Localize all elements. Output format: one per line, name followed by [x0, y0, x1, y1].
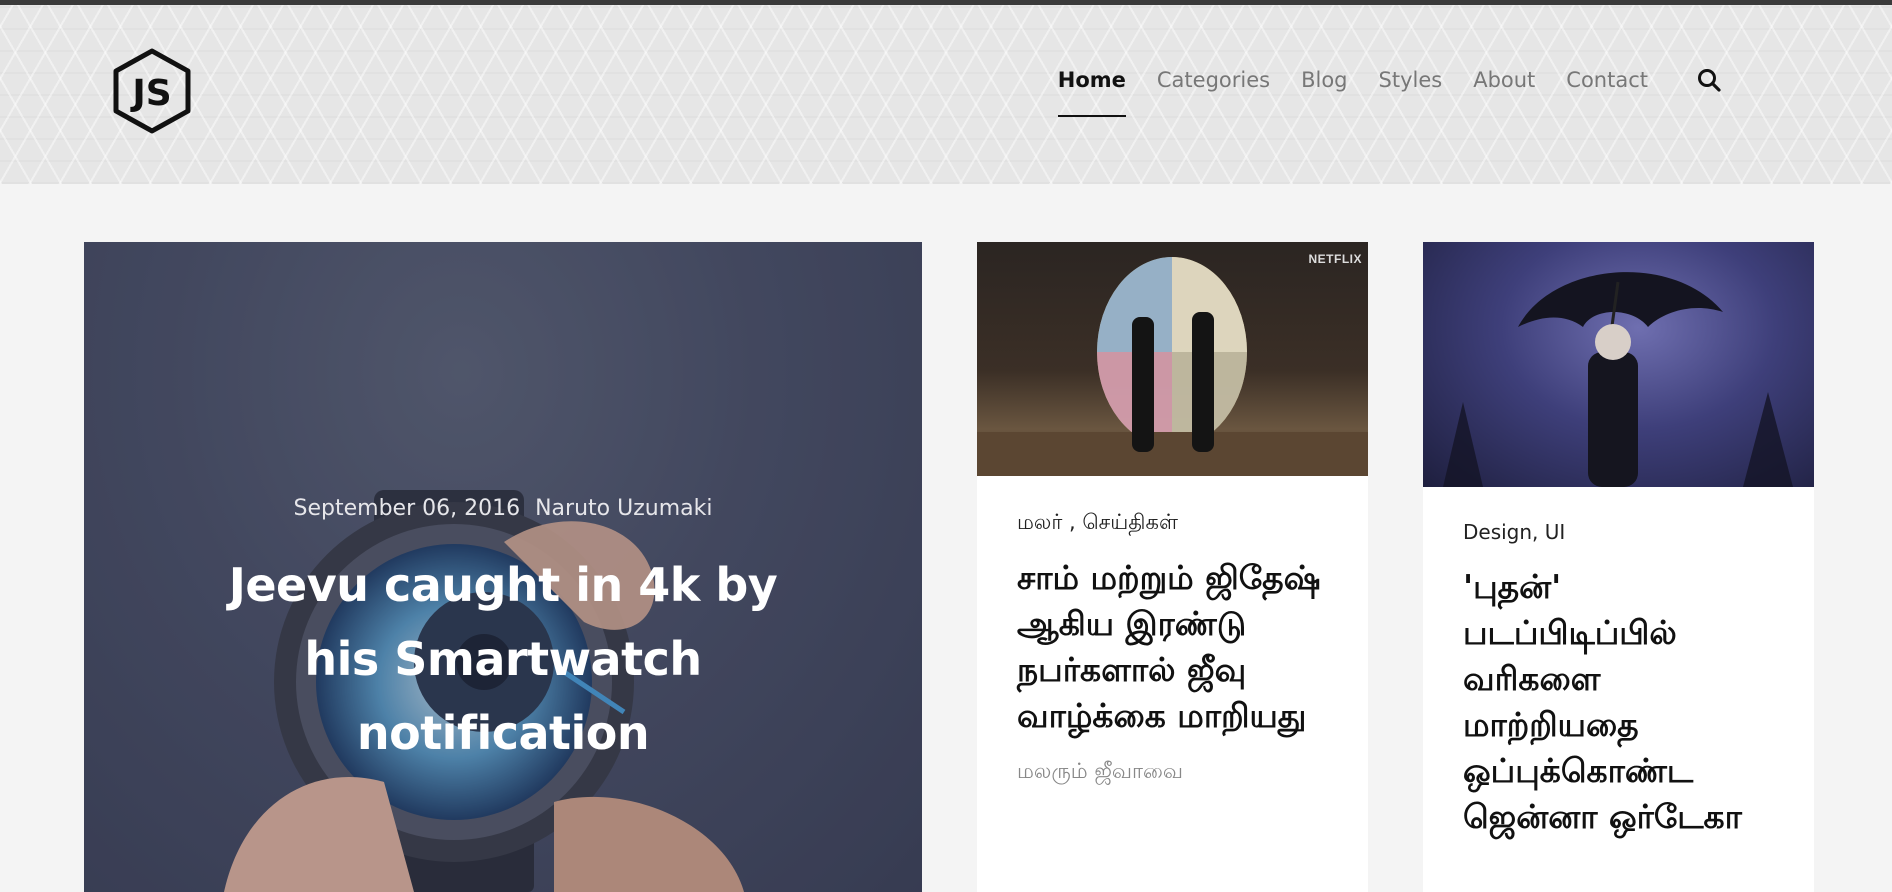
netflix-badge: NETFLIX — [1308, 252, 1362, 266]
main-nav: Home Categories Blog Styles About Contac… — [1027, 67, 1722, 117]
post-card[interactable]: NETFLIX மலர் , செய்திகள் சாம் மற்றும் ஜி… — [977, 242, 1368, 892]
post-date: September 06, 2016 — [293, 496, 521, 521]
featured-post[interactable]: September 06, 2016 Naruto Uzumaki Jeevu … — [84, 242, 922, 892]
post-excerpt: மலரும் ஜீவாவை — [1017, 759, 1183, 783]
featured-post-title[interactable]: Jeevu caught in 4k by his Smartwatch not… — [214, 548, 792, 770]
nav-contact[interactable]: Contact — [1566, 68, 1648, 92]
umbrella-rain-image — [1443, 272, 1793, 487]
site-logo[interactable]: JS — [108, 47, 196, 135]
post-meta: September 06, 2016 Naruto Uzumaki — [84, 496, 922, 521]
nav-categories[interactable]: Categories — [1157, 68, 1270, 92]
stained-glass-scene-image — [977, 257, 1368, 476]
search-icon[interactable] — [1696, 67, 1722, 93]
js-logo-icon: JS — [113, 48, 191, 134]
post-categories[interactable]: Design, UI — [1423, 520, 1814, 544]
nav-blog[interactable]: Blog — [1301, 68, 1347, 92]
svg-text:JS: JS — [129, 73, 171, 114]
post-title[interactable]: 'புதன்' படப்பிடிப்பில் வரிகளை மாற்றியதை … — [1423, 564, 1814, 840]
post-title[interactable]: சாம் மற்றும் ஜிதேஷ் ஆகிய இரண்டு நபர்களால… — [977, 555, 1368, 739]
nav-styles[interactable]: Styles — [1379, 68, 1443, 92]
post-thumbnail[interactable]: NETFLIX — [977, 242, 1368, 476]
site-header: JS Home Categories Blog Styles About Con… — [0, 5, 1892, 184]
nav-home[interactable]: Home — [1057, 68, 1127, 117]
nav-about[interactable]: About — [1473, 68, 1535, 92]
post-author[interactable]: Naruto Uzumaki — [535, 496, 712, 521]
post-card[interactable]: Design, UI 'புதன்' படப்பிடிப்பில் வரிகளை… — [1423, 242, 1814, 892]
post-categories[interactable]: மலர் , செய்திகள் — [977, 510, 1368, 537]
post-thumbnail[interactable] — [1423, 242, 1814, 487]
